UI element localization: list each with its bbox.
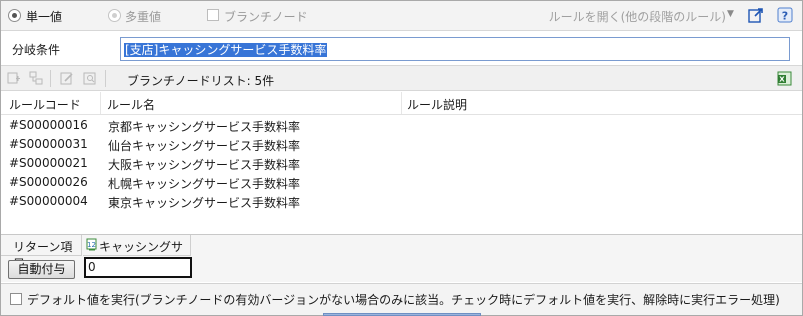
column-header-code[interactable]: ルールコード: [9, 96, 81, 113]
rule-name: 大阪キャッシングサービス手数料率: [108, 158, 301, 172]
table-row[interactable]: #S00000021 大阪キャッシングサービス手数料率: [1, 154, 802, 173]
export-icon[interactable]: [747, 6, 765, 24]
column-divider[interactable]: [100, 92, 101, 114]
rule-code: #S00000031: [9, 137, 88, 151]
numeric-field-icon: 12: [86, 238, 99, 252]
rule-code: #S00000026: [9, 175, 88, 189]
toolbar-divider: [50, 70, 51, 87]
column-header-name[interactable]: ルール名: [107, 96, 155, 113]
list-toolbar: ブランチノードリスト: 5件 X: [1, 65, 802, 91]
single-value-label: 単一値: [26, 10, 63, 24]
search-detail-icon[interactable]: [83, 71, 97, 85]
branch-list-title: ブランチノードリスト: 5件: [127, 74, 275, 88]
multi-value-radio[interactable]: [108, 9, 121, 22]
single-value-radio[interactable]: [8, 9, 21, 22]
chevron-down-icon[interactable]: ▼: [727, 9, 734, 19]
return-header: リターン項目: [1, 235, 82, 271]
help-icon[interactable]: ?: [776, 6, 794, 24]
column-header-description[interactable]: ルール説明: [407, 96, 467, 113]
table-header: ルールコード ルール名 ルール説明: [1, 92, 802, 115]
condition-label: 分岐条件: [12, 43, 61, 57]
footer: デフォルト値を実行(ブランチノードの有効バージョンがない場合のみに該当。チェック…: [1, 283, 802, 316]
condition-value: [支店]キャッシングサービス手数料率: [124, 43, 328, 57]
edit-icon[interactable]: [60, 71, 74, 85]
return-section: リターン項目 12 キャッシングサービス 自動付与 0: [1, 234, 802, 282]
svg-text:?: ?: [782, 10, 788, 23]
condition-input[interactable]: [支店]キャッシングサービス手数料率: [120, 37, 790, 61]
rule-open-select[interactable]: ルールを開く(他の段階のルール): [549, 8, 726, 25]
table-row[interactable]: #S00000016 京都キャッシングサービス手数料率: [1, 116, 802, 135]
return-column-header[interactable]: 12 キャッシングサービス: [83, 235, 191, 271]
rule-name: 京都キャッシングサービス手数料率: [108, 120, 301, 134]
table-row[interactable]: #S00000004 東京キャッシングサービス手数料率: [1, 192, 802, 211]
rule-code: #S00000016: [9, 118, 88, 132]
rule-name: 札幌キャッシングサービス手数料率: [108, 177, 301, 191]
branch-node-label: ブランチノード: [224, 10, 308, 24]
branch-node-checkbox[interactable]: [207, 9, 219, 21]
svg-text:12: 12: [87, 241, 96, 249]
branch-node-table: ルールコード ルール名 ルール説明 #S00000016 京都キャッシングサービ…: [1, 92, 802, 234]
return-value-input[interactable]: 0: [84, 257, 192, 278]
column-divider[interactable]: [401, 92, 402, 114]
toolbar-divider: [105, 70, 106, 87]
rule-code: #S00000004: [9, 194, 88, 208]
table-row[interactable]: #S00000031 仙台キャッシングサービス手数料率: [1, 135, 802, 154]
add-node-icon[interactable]: [7, 71, 21, 85]
svg-text:X: X: [779, 76, 785, 84]
rule-code: #S00000021: [9, 156, 88, 170]
default-value-label: デフォルト値を実行(ブランチノードの有効バージョンがない場合のみに該当。チェック…: [27, 293, 780, 307]
rule-name: 仙台キャッシングサービス手数料率: [108, 139, 301, 153]
table-row[interactable]: #S00000026 札幌キャッシングサービス手数料率: [1, 173, 802, 192]
rule-name: 東京キャッシングサービス手数料率: [108, 196, 301, 210]
option-row: 単一値 多重値 ブランチノード ルールを開く(他の段階のルール) ▼ ?: [1, 1, 802, 31]
excel-export-icon[interactable]: X: [777, 71, 792, 86]
auto-assign-button[interactable]: 自動付与: [8, 260, 75, 279]
tree-icon[interactable]: [29, 71, 43, 85]
branch-node-panel: 単一値 多重値 ブランチノード ルールを開く(他の段階のルール) ▼ ? 分岐条…: [0, 0, 803, 316]
multi-value-label: 多重値: [125, 10, 162, 24]
default-value-checkbox[interactable]: [10, 293, 22, 305]
